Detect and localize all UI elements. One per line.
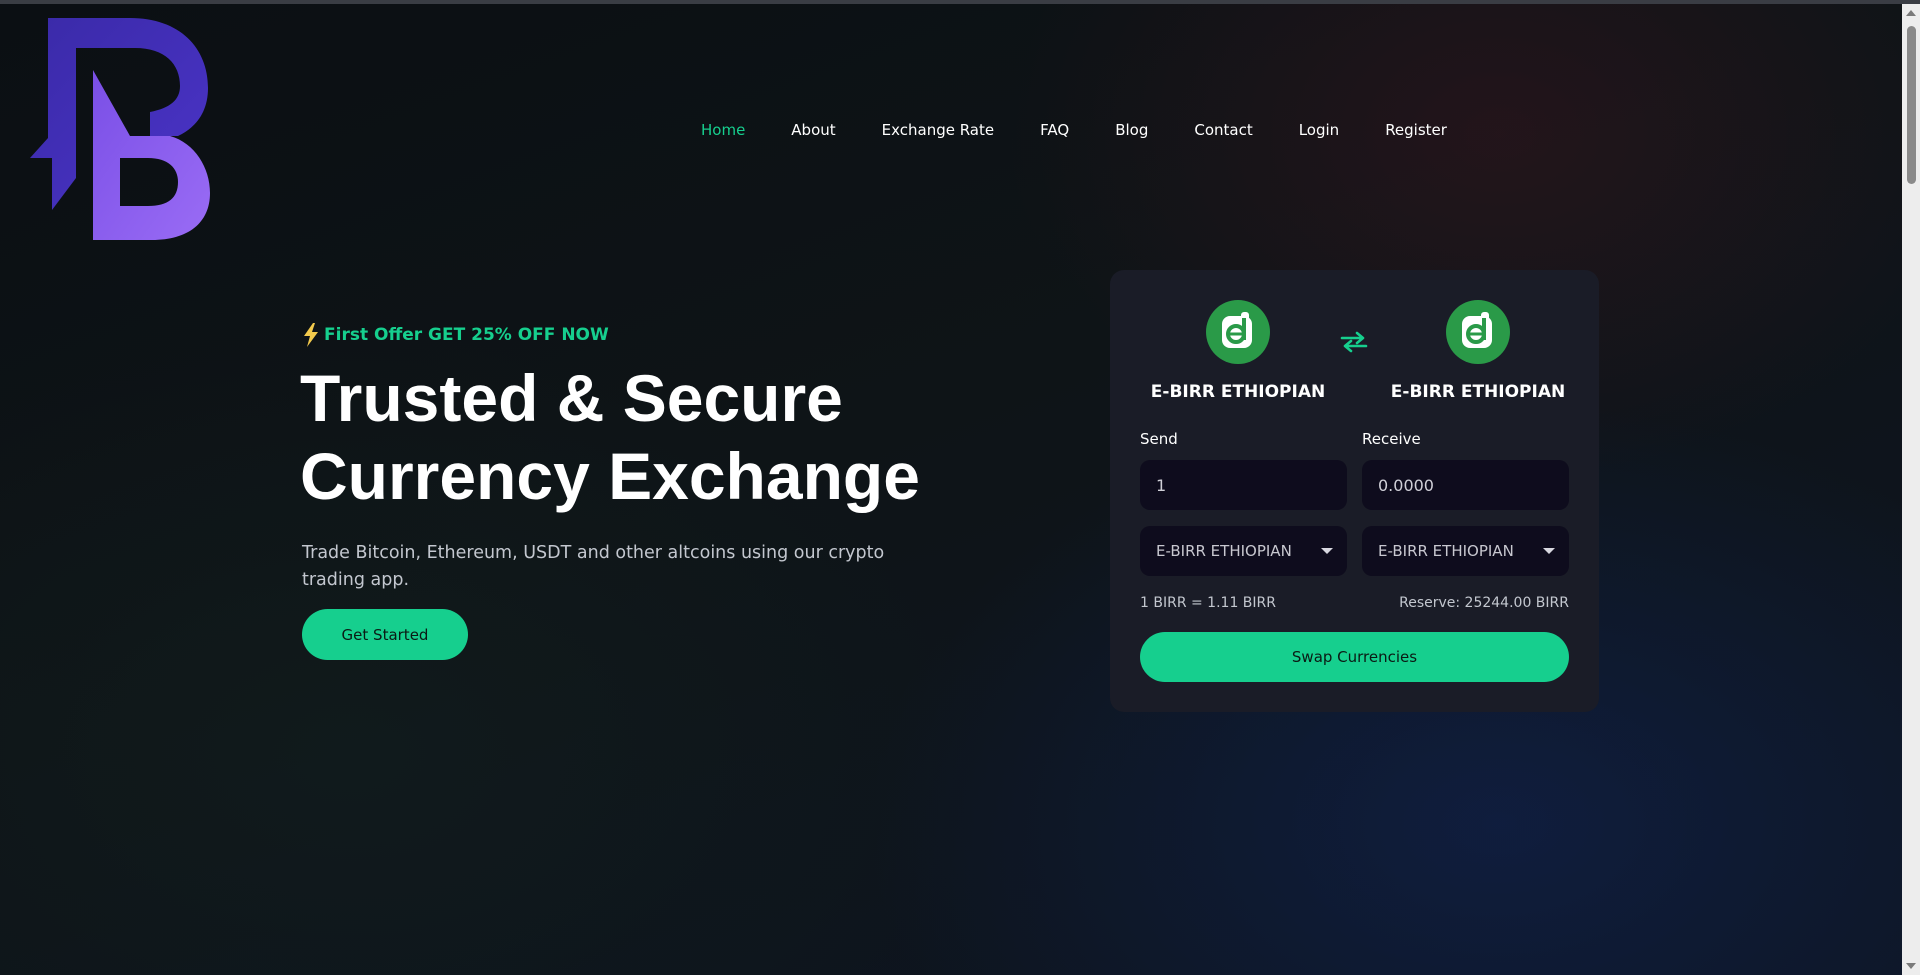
main-nav: Home About Exchange Rate FAQ Blog Contac… bbox=[701, 117, 1447, 143]
ebirr-coin-icon bbox=[1446, 300, 1510, 364]
hero-title-line-1: Trusted & Secure bbox=[300, 361, 843, 435]
nav-item-register[interactable]: Register bbox=[1385, 117, 1447, 143]
exchange-rate-text: 1 BIRR = 1.11 BIRR bbox=[1140, 595, 1276, 611]
nav-item-faq[interactable]: FAQ bbox=[1040, 117, 1069, 143]
reserve-text: Reserve: 25244.00 BIRR bbox=[1399, 595, 1569, 611]
get-started-button[interactable]: Get Started bbox=[302, 609, 468, 660]
page: Home About Exchange Rate FAQ Blog Contac… bbox=[0, 4, 1902, 975]
receive-currency-select[interactable]: E-BIRR ETHIOPIAN bbox=[1362, 526, 1569, 576]
swap-currencies-button[interactable]: Swap Currencies bbox=[1140, 632, 1569, 682]
lightning-bolt-icon bbox=[304, 323, 318, 347]
ebirr-coin-icon bbox=[1206, 300, 1270, 364]
nav-item-blog[interactable]: Blog bbox=[1115, 117, 1148, 143]
swap-arrows-icon[interactable] bbox=[1340, 330, 1368, 354]
caret-down-icon bbox=[1321, 548, 1333, 554]
send-currency-select[interactable]: E-BIRR ETHIOPIAN bbox=[1140, 526, 1347, 576]
send-currency-name: E-BIRR ETHIOPIAN bbox=[1150, 382, 1326, 402]
send-currency: E-BIRR ETHIOPIAN bbox=[1138, 300, 1338, 402]
scroll-down-arrow-icon[interactable] bbox=[1906, 963, 1916, 969]
receive-currency: E-BIRR ETHIOPIAN bbox=[1378, 300, 1578, 402]
receive-currency-name: E-BIRR ETHIOPIAN bbox=[1390, 382, 1566, 402]
hero-title-line-2: Currency Exchange bbox=[300, 439, 920, 513]
nav-item-home[interactable]: Home bbox=[701, 117, 745, 143]
scroll-thumb[interactable] bbox=[1907, 26, 1916, 184]
page-scrollbar[interactable] bbox=[1902, 4, 1920, 975]
receive-amount-input[interactable] bbox=[1362, 460, 1569, 510]
nav-item-contact[interactable]: Contact bbox=[1194, 117, 1252, 143]
receive-label: Receive bbox=[1362, 430, 1421, 448]
nav-item-login[interactable]: Login bbox=[1299, 117, 1339, 143]
hero-subtitle: Trade Bitcoin, Ethereum, USDT and other … bbox=[302, 543, 885, 590]
scroll-up-arrow-icon[interactable] bbox=[1906, 10, 1916, 16]
nav-item-exchange-rate[interactable]: Exchange Rate bbox=[882, 117, 994, 143]
offer-banner: First Offer GET 25% OFF NOW bbox=[302, 323, 609, 347]
brand-logo-icon[interactable] bbox=[30, 18, 212, 240]
receive-currency-select-value: E-BIRR ETHIOPIAN bbox=[1378, 542, 1514, 560]
nav-item-about[interactable]: About bbox=[791, 117, 835, 143]
offer-text: First Offer GET 25% OFF NOW bbox=[324, 325, 609, 345]
send-currency-select-value: E-BIRR ETHIOPIAN bbox=[1156, 542, 1292, 560]
caret-down-icon bbox=[1543, 548, 1555, 554]
send-label: Send bbox=[1140, 430, 1178, 448]
hero-title: Trusted & Secure Currency Exchange bbox=[300, 359, 940, 515]
exchange-card: E-BIRR ETHIOPIAN E-BIRR ETHIOPIAN Send R… bbox=[1110, 270, 1599, 712]
send-amount-input[interactable] bbox=[1140, 460, 1347, 510]
